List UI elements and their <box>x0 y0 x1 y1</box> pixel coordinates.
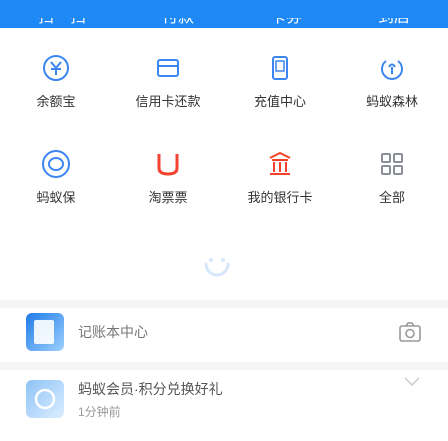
quick-grid-row-2: 蚂蚁保 淘票票 我的银行卡 全部 <box>0 148 448 206</box>
grid-item-credit-card[interactable]: 信用卡还款 <box>112 52 224 110</box>
camera-icon[interactable] <box>398 321 422 348</box>
grid-label-all: 全部 <box>378 190 405 205</box>
pay-label[interactable]: 付款 <box>162 18 194 28</box>
grid-item-coupon[interactable]: 淘票票 <box>112 148 224 206</box>
quick-grid-row-1: 余额宝 信用卡还款 充值中心 蚂蚁森林 <box>0 52 448 110</box>
loading-spinner-icon <box>200 250 234 284</box>
member-card-title: 蚂蚁会员·积分兑换好礼 <box>78 380 223 397</box>
all-apps-icon <box>376 148 408 180</box>
grid-item-all[interactable]: 全部 <box>336 148 448 206</box>
section-divider <box>0 300 448 308</box>
grid-label-topup: 充值中心 <box>253 94 306 109</box>
member-thumb-icon <box>26 380 64 418</box>
coupon-icon <box>152 148 184 180</box>
scan-label[interactable]: 扫一扫 <box>38 18 86 28</box>
chevron-down-icon[interactable] <box>402 374 422 395</box>
ledger-card[interactable]: 记账本中心 <box>26 310 422 354</box>
ant-insurance-icon <box>40 148 72 180</box>
bank-icon <box>264 148 296 180</box>
grid-item-bank[interactable]: 我的银行卡 <box>224 148 336 206</box>
store-label[interactable]: 到店 <box>378 18 410 28</box>
coupon-label[interactable]: 卡券 <box>270 18 302 28</box>
yuebao-icon <box>40 52 72 84</box>
phone-topup-icon <box>264 52 296 84</box>
grid-label-ant-forest: 蚂蚁森林 <box>365 94 418 109</box>
grid-label-bank: 我的银行卡 <box>247 190 313 205</box>
grid-item-ant-forest[interactable]: 蚂蚁森林 <box>336 52 448 110</box>
ledger-card-title: 记账本中心 <box>78 324 148 340</box>
grid-label-yuebao: 余额宝 <box>36 94 76 109</box>
grid-label-ant-insurance: 蚂蚁保 <box>36 190 76 205</box>
member-card-time: 1分钟前 <box>78 404 121 419</box>
section-divider-2 <box>0 362 448 370</box>
credit-card-icon <box>152 52 184 84</box>
grid-item-ant-insurance[interactable]: 蚂蚁保 <box>0 148 112 206</box>
grid-item-yuebao[interactable]: 余额宝 <box>0 52 112 110</box>
member-card[interactable]: 蚂蚁会员·积分兑换好礼 1分钟前 <box>26 374 422 424</box>
top-nav: 扫一扫 付款 卡券 到店 <box>0 0 448 28</box>
ledger-thumb-icon <box>26 313 64 351</box>
grid-item-topup[interactable]: 充值中心 <box>224 52 336 110</box>
ant-forest-icon <box>376 52 408 84</box>
grid-label-coupon: 淘票票 <box>148 190 188 205</box>
grid-label-credit-card: 信用卡还款 <box>135 94 201 109</box>
